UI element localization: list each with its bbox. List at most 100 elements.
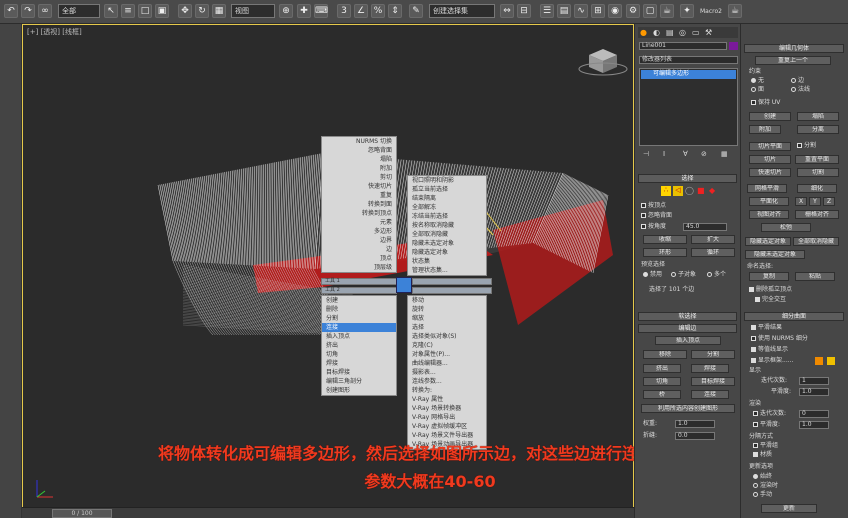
quad-menu-item[interactable]: 删除 bbox=[322, 305, 396, 314]
schematic-icon[interactable]: ⊞ bbox=[591, 4, 605, 18]
quad-menu-item[interactable]: 分割 bbox=[322, 314, 396, 323]
view-align-button[interactable]: 视图对齐 bbox=[749, 210, 789, 219]
quad-menu-item[interactable]: 重复 bbox=[322, 191, 396, 200]
quad-menu-item[interactable]: V-Ray 属性 bbox=[408, 395, 486, 404]
make-planar-button[interactable]: 平面化 bbox=[749, 197, 789, 206]
object-name-field[interactable]: Line001 bbox=[639, 42, 727, 50]
split-button[interactable]: 分割 bbox=[691, 350, 735, 359]
connect-button[interactable]: 连接 bbox=[691, 390, 729, 399]
copy-button[interactable]: 复制 bbox=[749, 272, 789, 281]
constraint-face-radio[interactable]: 面 bbox=[751, 86, 764, 94]
by-vertex-checkbox[interactable]: 按顶点 bbox=[641, 202, 666, 210]
use-nurms-checkbox[interactable]: 使用 NURMS 细分 bbox=[751, 335, 808, 343]
attach-button[interactable]: 附加 bbox=[749, 125, 781, 134]
percent-snap-icon[interactable]: % bbox=[371, 4, 385, 18]
viewcube[interactable] bbox=[578, 49, 628, 76]
paste-button[interactable]: 粘贴 bbox=[795, 272, 835, 281]
by-angle-checkbox[interactable]: 按角度 bbox=[641, 223, 666, 231]
reset-plane-button[interactable]: 重置平面 bbox=[795, 155, 839, 164]
slice-button[interactable]: 切片 bbox=[749, 155, 791, 164]
insert-vertex-button[interactable]: 插入顶点 bbox=[655, 336, 721, 345]
quad-menu-item[interactable]: 插入顶点 bbox=[322, 332, 396, 341]
hide-selected-button[interactable]: 隐藏选定对象 bbox=[745, 237, 791, 246]
render-smoothness-field[interactable]: 1.0 bbox=[799, 421, 829, 429]
chamfer-button[interactable]: 切角 bbox=[643, 377, 681, 386]
quad-menu-item[interactable]: 边 bbox=[322, 245, 396, 254]
select-manipulate-icon[interactable]: ✚ bbox=[297, 4, 311, 18]
quad-menu-item[interactable]: 克隆(C) bbox=[408, 341, 486, 350]
modify-tab-icon[interactable]: ◐ bbox=[653, 28, 660, 37]
quad-menu-item[interactable]: 顶层级 bbox=[322, 263, 396, 272]
redo-icon[interactable]: ↷ bbox=[21, 4, 35, 18]
quad-menu-item[interactable]: 孤立当前选择 bbox=[408, 185, 486, 194]
select-by-name-icon[interactable]: ≡ bbox=[121, 4, 135, 18]
motion-tab-icon[interactable]: ◎ bbox=[679, 28, 686, 37]
quad-menu-item[interactable]: 编辑三角剖分 bbox=[322, 377, 396, 386]
quad-menu-item[interactable]: 转换到顶点 bbox=[322, 209, 396, 218]
create-button[interactable]: 创建 bbox=[749, 112, 791, 121]
planar-y-button[interactable]: Y bbox=[809, 197, 821, 206]
quad-menu-item[interactable]: 边界 bbox=[322, 236, 396, 245]
named-selection-dropdown[interactable]: 创建选择集 bbox=[429, 4, 495, 18]
time-slider[interactable]: 0 / 100 bbox=[52, 509, 112, 518]
ignore-backfacing-checkbox[interactable]: 忽略背面 bbox=[641, 212, 672, 220]
repeat-last-button[interactable]: 重复上一个 bbox=[755, 56, 831, 65]
macro-icon[interactable]: ✦ bbox=[680, 4, 694, 18]
keyboard-shortcut-icon[interactable]: ⌨ bbox=[314, 4, 328, 18]
undo-icon[interactable]: ↶ bbox=[4, 4, 18, 18]
slice-plane-button[interactable]: 切片平面 bbox=[749, 142, 791, 151]
rotate-icon[interactable]: ↻ bbox=[195, 4, 209, 18]
reference-coord-dropdown[interactable]: 视图 bbox=[231, 4, 275, 18]
vertex-mode-icon[interactable]: ∴ bbox=[661, 186, 671, 196]
target-weld-button[interactable]: 目标焊接 bbox=[691, 377, 735, 386]
quad-menu-item[interactable]: 多边形 bbox=[322, 227, 396, 236]
preview-subobj-radio[interactable]: 子对象 bbox=[671, 271, 696, 279]
quad-menu-item[interactable]: 选择类似对象(S) bbox=[408, 332, 486, 341]
quad-menu-item[interactable]: 旋转 bbox=[408, 305, 486, 314]
quad-menu-item[interactable]: 切角 bbox=[322, 350, 396, 359]
scale-icon[interactable]: ▦ bbox=[212, 4, 226, 18]
crease-field[interactable]: 0.0 bbox=[675, 432, 715, 440]
unhide-all-button[interactable]: 全部取消隐藏 bbox=[793, 237, 839, 246]
quad-menu-item[interactable]: 隐藏选定对象 bbox=[408, 248, 486, 257]
modifier-list-dropdown[interactable]: 修改器列表 bbox=[639, 56, 738, 64]
sep-material-checkbox[interactable]: 材质 bbox=[753, 451, 772, 459]
sep-smoothing-checkbox[interactable]: 平滑组 bbox=[753, 442, 778, 450]
rollout-selection[interactable]: 选择 bbox=[638, 174, 737, 183]
select-object-icon[interactable]: ↖ bbox=[104, 4, 118, 18]
make-unique-icon[interactable]: ∀ bbox=[683, 150, 688, 158]
full-interactivity-checkbox[interactable]: 完全交互 bbox=[755, 296, 786, 304]
quad-menu-item[interactable]: 创建 bbox=[322, 296, 396, 305]
selection-filter-dropdown[interactable]: 全部 bbox=[58, 4, 100, 18]
bridge-button[interactable]: 桥 bbox=[643, 390, 681, 399]
display-tab-icon[interactable]: ▭ bbox=[692, 28, 700, 37]
extrude-button[interactable]: 挤出 bbox=[643, 364, 681, 373]
quad-menu-item[interactable]: V-Ray 网格导出 bbox=[408, 413, 486, 422]
cage-color-1[interactable] bbox=[815, 357, 823, 365]
create-shape-button[interactable]: 利用所选内容创建图形 bbox=[641, 404, 735, 413]
planar-z-button[interactable]: Z bbox=[823, 197, 835, 206]
quad-menu-item[interactable]: 视口照明和阴影 bbox=[408, 176, 486, 185]
isoline-checkbox[interactable]: 等值线显示 bbox=[751, 346, 788, 354]
relax-button[interactable]: 松弛 bbox=[761, 223, 811, 232]
move-icon[interactable]: ✥ bbox=[178, 4, 192, 18]
utilities-tab-icon[interactable]: ⚒ bbox=[705, 28, 712, 37]
quad-menu-item[interactable]: NURMS 切换 bbox=[322, 137, 396, 146]
create-tab-icon[interactable]: ● bbox=[640, 28, 647, 37]
grid-align-button[interactable]: 栅格对齐 bbox=[795, 210, 839, 219]
shrink-button[interactable]: 收缩 bbox=[643, 235, 687, 244]
preview-multi-radio[interactable]: 多个 bbox=[707, 271, 726, 279]
rect-selection-icon[interactable]: □ bbox=[138, 4, 152, 18]
quad-menu-item[interactable]: 快速切片 bbox=[322, 182, 396, 191]
material-editor-icon[interactable]: ◉ bbox=[608, 4, 622, 18]
render-iterations-field[interactable]: 0 bbox=[799, 410, 829, 418]
meshsmooth-button[interactable]: 网格平滑 bbox=[747, 184, 787, 193]
mirror-icon[interactable]: ⇔ bbox=[500, 4, 514, 18]
quad-menu-item[interactable]: 转换到面 bbox=[322, 200, 396, 209]
quad-menu-item[interactable]: 全部解冻 bbox=[408, 203, 486, 212]
quad-menu-item[interactable]: 剪切 bbox=[322, 173, 396, 182]
teapot-icon[interactable]: ☕ bbox=[728, 4, 742, 18]
constraint-edge-radio[interactable]: 边 bbox=[791, 77, 804, 85]
configure-sets-icon[interactable]: ▦ bbox=[721, 150, 728, 158]
quad-menu-item[interactable]: 挤出 bbox=[322, 341, 396, 350]
